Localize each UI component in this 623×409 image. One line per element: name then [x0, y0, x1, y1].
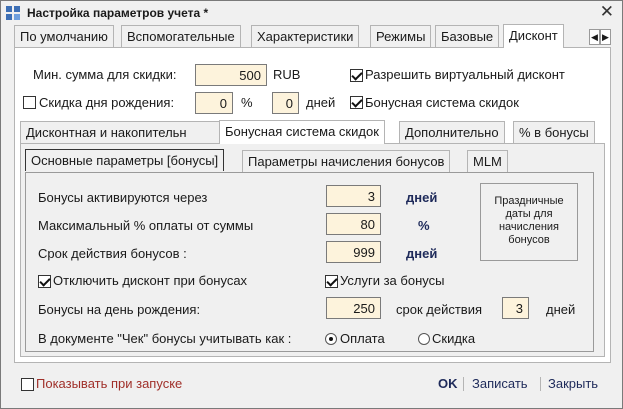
min-sum-input[interactable]: 500: [195, 64, 267, 86]
show-on-start-checkbox[interactable]: [21, 378, 34, 391]
title-bar: Настройка параметров учета * ✕: [1, 1, 622, 25]
birthday-bonus-input[interactable]: 250: [326, 297, 381, 319]
footer-separator: [540, 377, 541, 391]
chevron-right-icon[interactable]: ▶: [600, 29, 611, 45]
tab-scroll: ◀ ▶: [589, 29, 611, 45]
max-pct-input[interactable]: 80: [326, 213, 381, 235]
inner-tab-accrual[interactable]: Параметры начисления бонусов: [242, 150, 451, 172]
birthday-days-label: дней: [306, 95, 336, 110]
chevron-left-icon[interactable]: ◀: [589, 29, 600, 45]
percent-sign: %: [241, 95, 253, 110]
ok-button[interactable]: OK: [438, 376, 458, 391]
tab-characteristics[interactable]: Характеристики: [251, 25, 360, 47]
birthday-discount-checkbox[interactable]: [23, 96, 36, 109]
birthday-validity-input[interactable]: 3: [502, 297, 529, 319]
birthday-validity-label: срок действия: [396, 302, 482, 317]
tab-discount[interactable]: Дисконт: [503, 24, 564, 48]
max-pct-label: Максимальный % оплаты от суммы: [38, 218, 254, 233]
disable-discount-checkbox[interactable]: [38, 275, 51, 288]
bonus-system-label: Бонусная система скидок: [365, 95, 519, 110]
activate-label: Бонусы активируются через: [38, 190, 208, 205]
tab-base[interactable]: Базовые: [435, 25, 500, 47]
close-icon[interactable]: ✕: [600, 3, 614, 21]
subtab-percent-to-bonus[interactable]: % в бонусы: [513, 121, 595, 143]
activate-unit: дней: [406, 190, 438, 205]
validity-label: Срок действия бонусов :: [38, 246, 187, 261]
min-sum-label: Мин. сумма для скидки:: [33, 67, 177, 82]
disable-discount-label: Отключить дисконт при бонусах: [53, 273, 248, 288]
subtab-additional[interactable]: Дополнительно: [399, 121, 505, 143]
birthday-discount-label: Скидка дня рождения:: [39, 95, 175, 110]
services-bonus-label: Услуги за бонусы: [340, 273, 445, 288]
birthday-bonus-label: Бонусы на день рождения:: [38, 302, 201, 317]
main-params-panel: Бонусы активируются через 3 дней Максима…: [25, 172, 594, 352]
tab-modes[interactable]: Режимы: [370, 25, 432, 47]
birthday-days-input[interactable]: 0: [272, 92, 299, 114]
receipt-payment-radio[interactable]: [325, 333, 337, 345]
save-button[interactable]: Записать: [472, 376, 528, 391]
inner-tab-mlm[interactable]: MLM: [467, 150, 508, 172]
close-button[interactable]: Закрыть: [548, 376, 598, 391]
holiday-dates-button[interactable]: Праздничные даты для начисления бонусов: [480, 183, 578, 261]
birthday-validity-unit: дней: [546, 302, 576, 317]
settings-window-icon: [6, 6, 20, 20]
bonus-system-panel: Основные параметры [бонусы] Параметры на…: [20, 143, 605, 357]
services-bonus-checkbox[interactable]: [325, 275, 338, 288]
subtab-discount-accum[interactable]: Дисконтная и накопительн: [20, 121, 220, 143]
max-pct-unit: %: [418, 218, 430, 233]
currency-label: RUB: [273, 67, 301, 82]
receipt-payment-label: Оплата: [340, 331, 385, 346]
activate-input[interactable]: 3: [326, 185, 381, 207]
window-title: Настройка параметров учета *: [27, 6, 209, 20]
tab-auxiliary[interactable]: Вспомогательные: [121, 25, 241, 47]
bonus-system-checkbox[interactable]: [350, 96, 363, 109]
validity-unit: дней: [406, 246, 438, 261]
show-on-start-label: Показывать при запуске: [36, 376, 183, 391]
subtab-bonus-system[interactable]: Бонусная система скидок: [219, 120, 385, 144]
receipt-discount-label: Скидка: [432, 331, 476, 346]
birthday-percent-input[interactable]: 0: [195, 92, 233, 114]
tab-default[interactable]: По умолчанию: [14, 25, 114, 47]
footer-separator: [463, 377, 464, 391]
allow-virtual-label: Разрешить виртуальный дисконт: [365, 67, 565, 82]
receipt-discount-radio[interactable]: [418, 333, 430, 345]
settings-window: Настройка параметров учета * ✕ По умолча…: [0, 0, 623, 409]
allow-virtual-checkbox[interactable]: [350, 69, 363, 82]
inner-tab-main[interactable]: Основные параметры [бонусы]: [25, 149, 225, 171]
receipt-label: В документе "Чек" бонусы учитывать как :: [38, 331, 292, 346]
discount-panel: Мин. сумма для скидки: 500 RUB Разрешить…: [14, 47, 611, 363]
validity-input[interactable]: 999: [326, 241, 381, 263]
